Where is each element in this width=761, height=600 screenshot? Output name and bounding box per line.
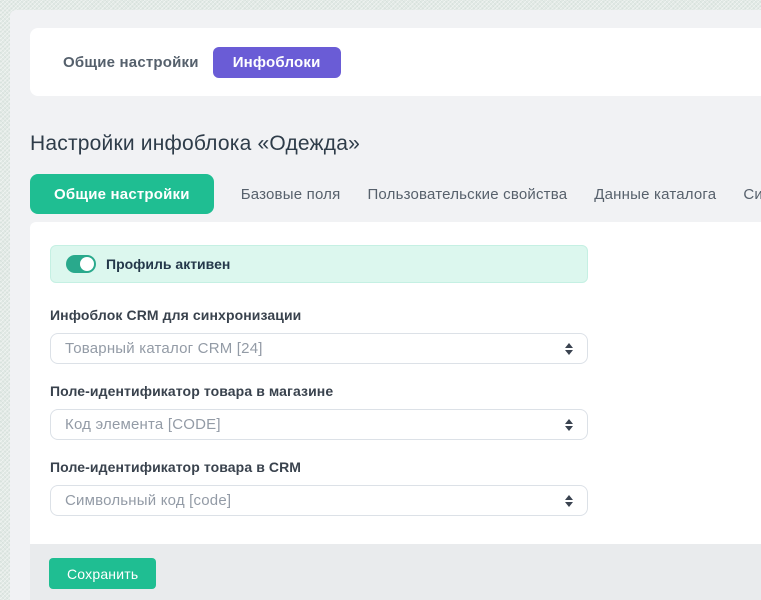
panel-footer: Сохранить — [30, 544, 761, 600]
page-title: Настройки инфоблока «Одежда» — [30, 132, 761, 156]
settings-switcher-bar: Общие настройки Инфоблоки — [30, 28, 761, 96]
switcher-item-general-settings[interactable]: Общие настройки — [63, 54, 199, 71]
crm-infoblock-label: Инфоблок CRM для синхронизации — [50, 307, 741, 323]
tab-general-settings[interactable]: Общие настройки — [30, 174, 214, 214]
crm-infoblock-select-value: Товарный каталог CRM [24] — [65, 340, 557, 357]
switcher-item-infoblocks[interactable]: Инфоблоки — [213, 47, 341, 78]
tab-user-properties[interactable]: Пользовательские свойства — [367, 186, 567, 203]
crm-id-field-select[interactable]: Символьный код [code] — [50, 485, 588, 516]
form-group-crm-id-field: Поле-идентификатор товара в CRM Символьн… — [50, 459, 741, 516]
crm-id-field-select-value: Символьный код [code] — [65, 492, 557, 509]
select-arrows-icon — [565, 419, 573, 431]
tab-synchronization[interactable]: Синхронизация — [743, 186, 761, 203]
form-group-crm-infoblock: Инфоблок CRM для синхронизации Товарный … — [50, 307, 741, 364]
profile-active-label: Профиль активен — [106, 256, 230, 272]
shop-id-field-label: Поле-идентификатор товара в магазине — [50, 383, 741, 399]
profile-active-toggle[interactable] — [66, 255, 96, 273]
select-arrows-icon — [565, 495, 573, 507]
settings-panel: Профиль активен Инфоблок CRM для синхрон… — [30, 222, 761, 544]
form-group-shop-id-field: Поле-идентификатор товара в магазине Код… — [50, 383, 741, 440]
crm-id-field-label: Поле-идентификатор товара в CRM — [50, 459, 741, 475]
infoblock-tabs: Общие настройки Базовые поля Пользовател… — [30, 174, 761, 214]
profile-active-banner: Профиль активен — [50, 245, 588, 283]
shop-id-field-select-value: Код элемента [CODE] — [65, 416, 557, 433]
shop-id-field-select[interactable]: Код элемента [CODE] — [50, 409, 588, 440]
crm-infoblock-select[interactable]: Товарный каталог CRM [24] — [50, 333, 588, 364]
tab-base-fields[interactable]: Базовые поля — [241, 186, 341, 203]
select-arrows-icon — [565, 343, 573, 355]
save-button[interactable]: Сохранить — [49, 558, 156, 589]
toggle-knob — [80, 257, 94, 271]
app-window: Общие настройки Инфоблоки Настройки инфо… — [10, 10, 761, 600]
tab-catalog-data[interactable]: Данные каталога — [594, 186, 716, 203]
